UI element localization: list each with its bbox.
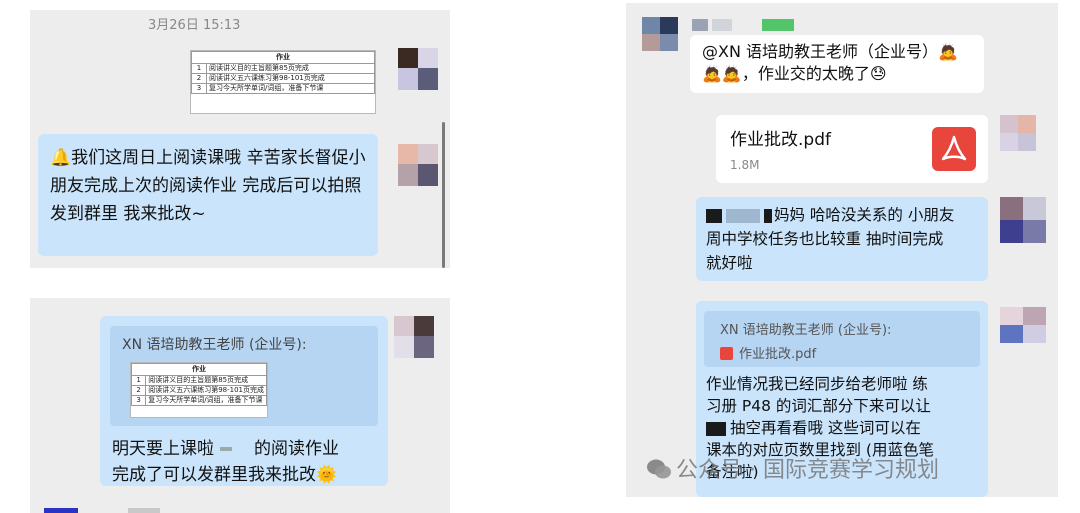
message-text: 妈妈 哈哈没关系的 小朋友	[706, 203, 978, 227]
file-card[interactable]: 作业批改.pdf 1.8M	[716, 115, 988, 183]
chat-panel-top-left: 3月26日 15:13 作业 1 阅读讲义目的主旨题第85页完成 2 阅读讲义五六课…	[30, 10, 450, 268]
table-row: 3 复习今天所学单词/词组，准备下节课	[130, 395, 267, 406]
sender-name-redacted	[692, 19, 708, 31]
reply-bubble[interactable]: XN 语培助教王老师 (企业号): 作业 1 阅读讲义目的主旨题第85页完成 2阅…	[100, 316, 388, 486]
avatar[interactable]	[1000, 115, 1036, 151]
avatar[interactable]	[642, 17, 678, 51]
message-text: 明天要上课啦 的阅读作业 完成了可以发群里我来批改🌞	[112, 439, 339, 485]
redacted-text	[220, 447, 232, 451]
avatar[interactable]	[394, 316, 434, 358]
wechat-icon	[646, 458, 672, 480]
table-row: 2 阅读讲义五六课练习第98-101页完成	[191, 73, 375, 84]
pdf-icon	[932, 127, 976, 171]
quoted-message[interactable]: XN 语培助教王老师 (企业号): 作业 1 阅读讲义目的主旨题第85页完成 2阅…	[110, 326, 378, 426]
message-bubble[interactable]: 🔔我们这周日上阅读课哦 辛苦家长督促小朋友完成上次的阅读作业 完成后可以拍照发到…	[38, 134, 378, 256]
avatar[interactable]	[398, 144, 438, 186]
message-text: 🔔我们这周日上阅读课哦 辛苦家长督促小朋友完成上次的阅读作业 完成后可以拍照发到…	[50, 148, 366, 224]
mention-bubble[interactable]: @XN 语培助教王老师（企业号）🙇 🙇🙇，作业交的太晚了😓	[690, 35, 984, 93]
redacted-text	[706, 208, 722, 223]
chat-panel-bottom-left: XN 语培助教王老师 (企业号): 作业 1 阅读讲义目的主旨题第85页完成 2阅…	[30, 298, 450, 513]
redacted-text	[706, 421, 726, 436]
homework-image[interactable]: 作业 1 阅读讲义目的主旨题第85页完成 2 阅读讲义五六课练习第98-101页完成…	[190, 50, 376, 114]
redacted-text	[726, 208, 760, 223]
message-text: @XN 语培助教王老师（企业号）🙇	[702, 42, 958, 61]
avatar[interactable]	[1000, 197, 1046, 243]
quote-sender: XN 语培助教王老师 (企业号):	[720, 323, 892, 338]
chat-panel-right: @XN 语培助教王老师（企业号）🙇 🙇🙇，作业交的太晚了😓 作业批改.pdf 1…	[626, 3, 1058, 497]
message-bubble[interactable]: 妈妈 哈哈没关系的 小朋友 周中学校任务也比较重 抽时间完成 就好啦	[696, 197, 988, 281]
table-row: 2 阅读讲义五六课练习第98-101页完成	[130, 385, 267, 396]
sender-name-redacted	[712, 19, 732, 31]
homework-header: 作业	[191, 51, 375, 64]
timestamp: 3月26日 15:13	[148, 18, 241, 33]
pdf-icon	[720, 347, 733, 360]
message-text: 周中学校任务也比较重 抽时间完成	[706, 230, 944, 248]
avatar-partial	[128, 508, 160, 513]
quote-sender: XN 语培助教王老师 (企业号):	[122, 337, 307, 353]
avatar[interactable]	[398, 48, 438, 90]
quoted-file[interactable]: XN 语培助教王老师 (企业号): 作业批改.pdf	[704, 311, 980, 367]
table-row: 3 复习今天所学单词/词组，准备下节课	[191, 83, 375, 94]
table-row: 1 阅读讲义目的主旨题第85页完成	[191, 63, 375, 74]
scrollbar[interactable]	[442, 122, 445, 268]
homework-image[interactable]: 作业 1 阅读讲义目的主旨题第85页完成 2 阅读讲义五六课练习第98-101页完成…	[130, 362, 268, 418]
avatar[interactable]	[1000, 307, 1046, 343]
homework-header: 作业	[131, 363, 267, 376]
watermark: 公众号 · 国际竞赛学习规划	[646, 452, 939, 484]
quoted-file-row: 作业批改.pdf	[720, 343, 816, 362]
redacted-text	[764, 208, 772, 223]
sender-name-redacted	[762, 19, 794, 31]
table-row: 1 阅读讲义目的主旨题第85页完成	[130, 375, 267, 386]
avatar-partial	[44, 508, 78, 513]
message-text: 就好啦	[706, 254, 753, 272]
message-text: 🙇🙇，作业交的太晚了😓	[702, 64, 887, 83]
